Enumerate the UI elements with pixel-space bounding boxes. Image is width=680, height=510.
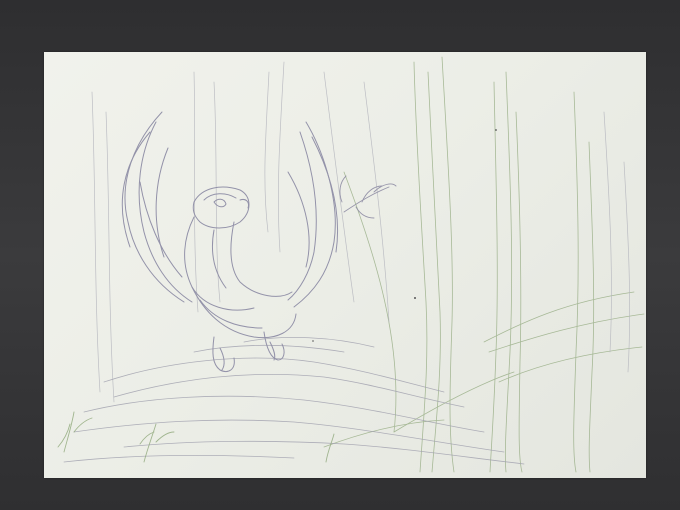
ground-strokes [63, 337, 525, 465]
forest-strokes [91, 61, 630, 403]
pencil-dot [312, 340, 314, 342]
branch-sketch [339, 175, 397, 219]
sketch-drawing [57, 56, 645, 473]
photo-backdrop [0, 0, 680, 510]
tree-strokes [323, 56, 645, 473]
pencil-dot [414, 297, 416, 299]
pencil-dot [495, 129, 497, 131]
bird-sketch [121, 111, 339, 372]
sprout-strokes [57, 411, 335, 463]
sketch-paper [44, 52, 646, 478]
